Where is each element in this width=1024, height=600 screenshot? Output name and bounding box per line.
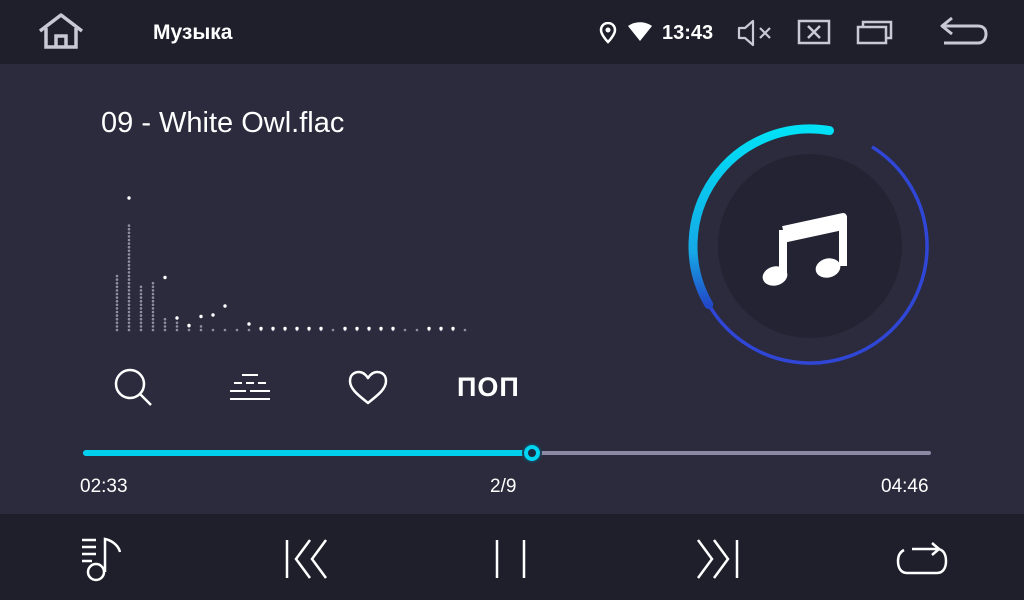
mute-icon[interactable] — [737, 18, 773, 48]
clock: 13:43 — [662, 22, 714, 44]
page-title: Музыка — [153, 21, 233, 44]
spectrum-band — [211, 313, 215, 332]
spectrum-band — [295, 326, 299, 332]
spectrum-band — [151, 281, 155, 332]
spectrum-peak — [127, 196, 131, 200]
spectrum-peak — [355, 326, 359, 331]
equalizer-icon[interactable] — [228, 372, 272, 402]
spectrum-peak — [223, 304, 227, 308]
spectrum-peak — [187, 323, 191, 328]
album-art — [680, 114, 940, 374]
spectrum-peak — [271, 326, 275, 331]
spectrum-peak — [259, 326, 263, 331]
spectrum-band — [451, 326, 455, 332]
spectrum-band — [319, 326, 323, 332]
spectrum-peak — [199, 314, 203, 319]
track-position: 2/9 — [490, 476, 517, 497]
spectrum-band — [283, 326, 287, 332]
track-title: 09 - White Owl.flac — [101, 107, 345, 139]
elapsed-time: 02:33 — [80, 476, 128, 497]
status-bar: Музыка 13:43 — [0, 0, 1024, 64]
total-duration: 04:46 — [881, 476, 929, 497]
seek-progress — [83, 450, 532, 456]
spectrum-peak — [343, 326, 347, 331]
playback-controls — [0, 514, 1024, 600]
spectrum-band — [139, 285, 143, 332]
spectrum-peak — [439, 326, 443, 331]
spectrum-band — [379, 326, 383, 332]
spectrum-peak — [163, 275, 167, 280]
spectrum-peak — [319, 326, 323, 331]
spectrum-band — [163, 275, 167, 332]
spectrum-band — [403, 328, 407, 332]
spectrum-peak — [211, 313, 215, 317]
playlist-icon[interactable] — [80, 536, 126, 582]
next-icon[interactable] — [694, 538, 740, 580]
home-icon[interactable] — [36, 12, 86, 52]
spectrum-peak — [451, 326, 455, 331]
genre-button[interactable]: ПОП — [457, 372, 520, 403]
spectrum-band — [427, 326, 431, 332]
spectrum-peak — [367, 326, 371, 331]
spectrum-band — [223, 304, 227, 332]
spectrum-band — [391, 326, 395, 332]
spectrum-band — [175, 316, 179, 332]
spectrum-band — [235, 328, 239, 332]
seek-thumb[interactable] — [521, 443, 542, 463]
spectrum-peak — [247, 322, 251, 326]
spectrum-band — [367, 326, 371, 332]
spectrum-band — [127, 196, 131, 332]
heart-icon[interactable] — [347, 370, 389, 406]
spectrum-peak — [379, 326, 383, 331]
spectrum-peak — [427, 326, 431, 331]
spectrum-band — [271, 326, 275, 332]
spectrum-band — [415, 328, 419, 332]
spectrum-band — [343, 326, 347, 332]
spectrum-band — [355, 326, 359, 332]
back-icon[interactable] — [938, 14, 990, 50]
spectrum-band — [187, 323, 191, 332]
spectrum-band — [331, 328, 335, 332]
spectrum-band — [115, 274, 119, 332]
spectrum-peak — [391, 326, 395, 331]
spectrum-peak — [307, 326, 311, 331]
spectrum-band — [463, 328, 467, 332]
recent-apps-icon[interactable] — [855, 18, 895, 46]
location-icon — [599, 22, 617, 44]
spectrum-band — [439, 326, 443, 332]
search-icon[interactable] — [112, 366, 154, 408]
wifi-icon — [627, 22, 653, 42]
pause-icon[interactable] — [494, 538, 528, 580]
repeat-icon[interactable] — [894, 540, 950, 580]
spectrum-visualizer — [110, 190, 480, 340]
close-box-icon[interactable] — [797, 18, 831, 46]
spectrum-band — [199, 314, 203, 332]
spectrum-peak — [175, 316, 179, 320]
previous-icon[interactable] — [284, 538, 330, 580]
spectrum-band — [259, 326, 263, 332]
spectrum-peak — [295, 326, 299, 331]
spectrum-band — [247, 322, 251, 332]
spectrum-peak — [283, 326, 287, 331]
spectrum-band — [307, 326, 311, 332]
